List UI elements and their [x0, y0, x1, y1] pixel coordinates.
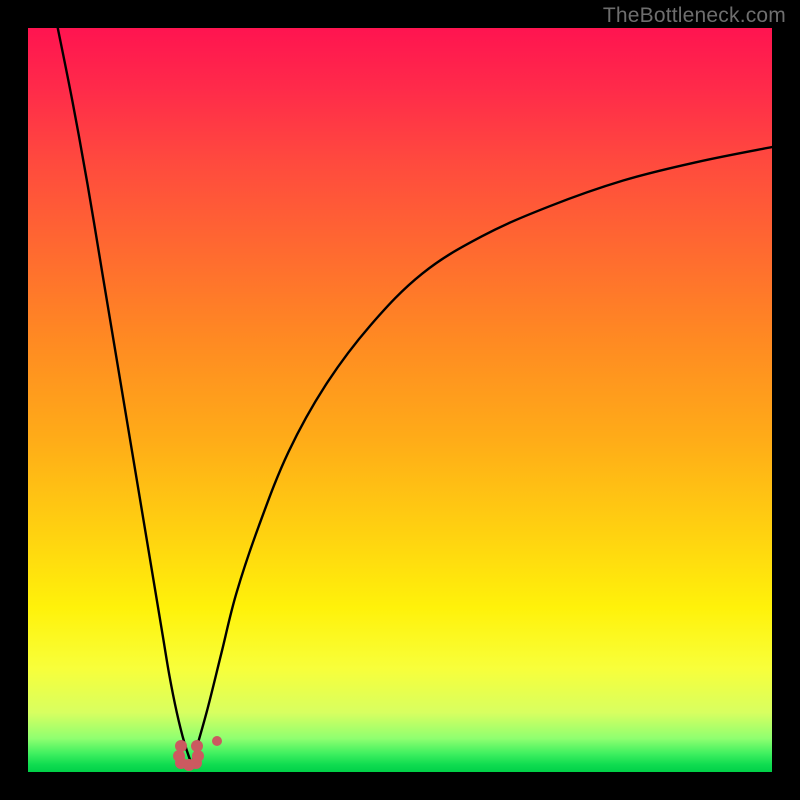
curve-left-branch: [58, 28, 192, 765]
trough-dot: [191, 740, 203, 752]
bottleneck-curve: [28, 28, 772, 772]
watermark-text: TheBottleneck.com: [603, 4, 786, 28]
plot-area: [28, 28, 772, 772]
curve-right-branch: [192, 147, 772, 765]
trough-outlier-dot: [212, 736, 222, 746]
chart-frame: TheBottleneck.com: [0, 0, 800, 800]
